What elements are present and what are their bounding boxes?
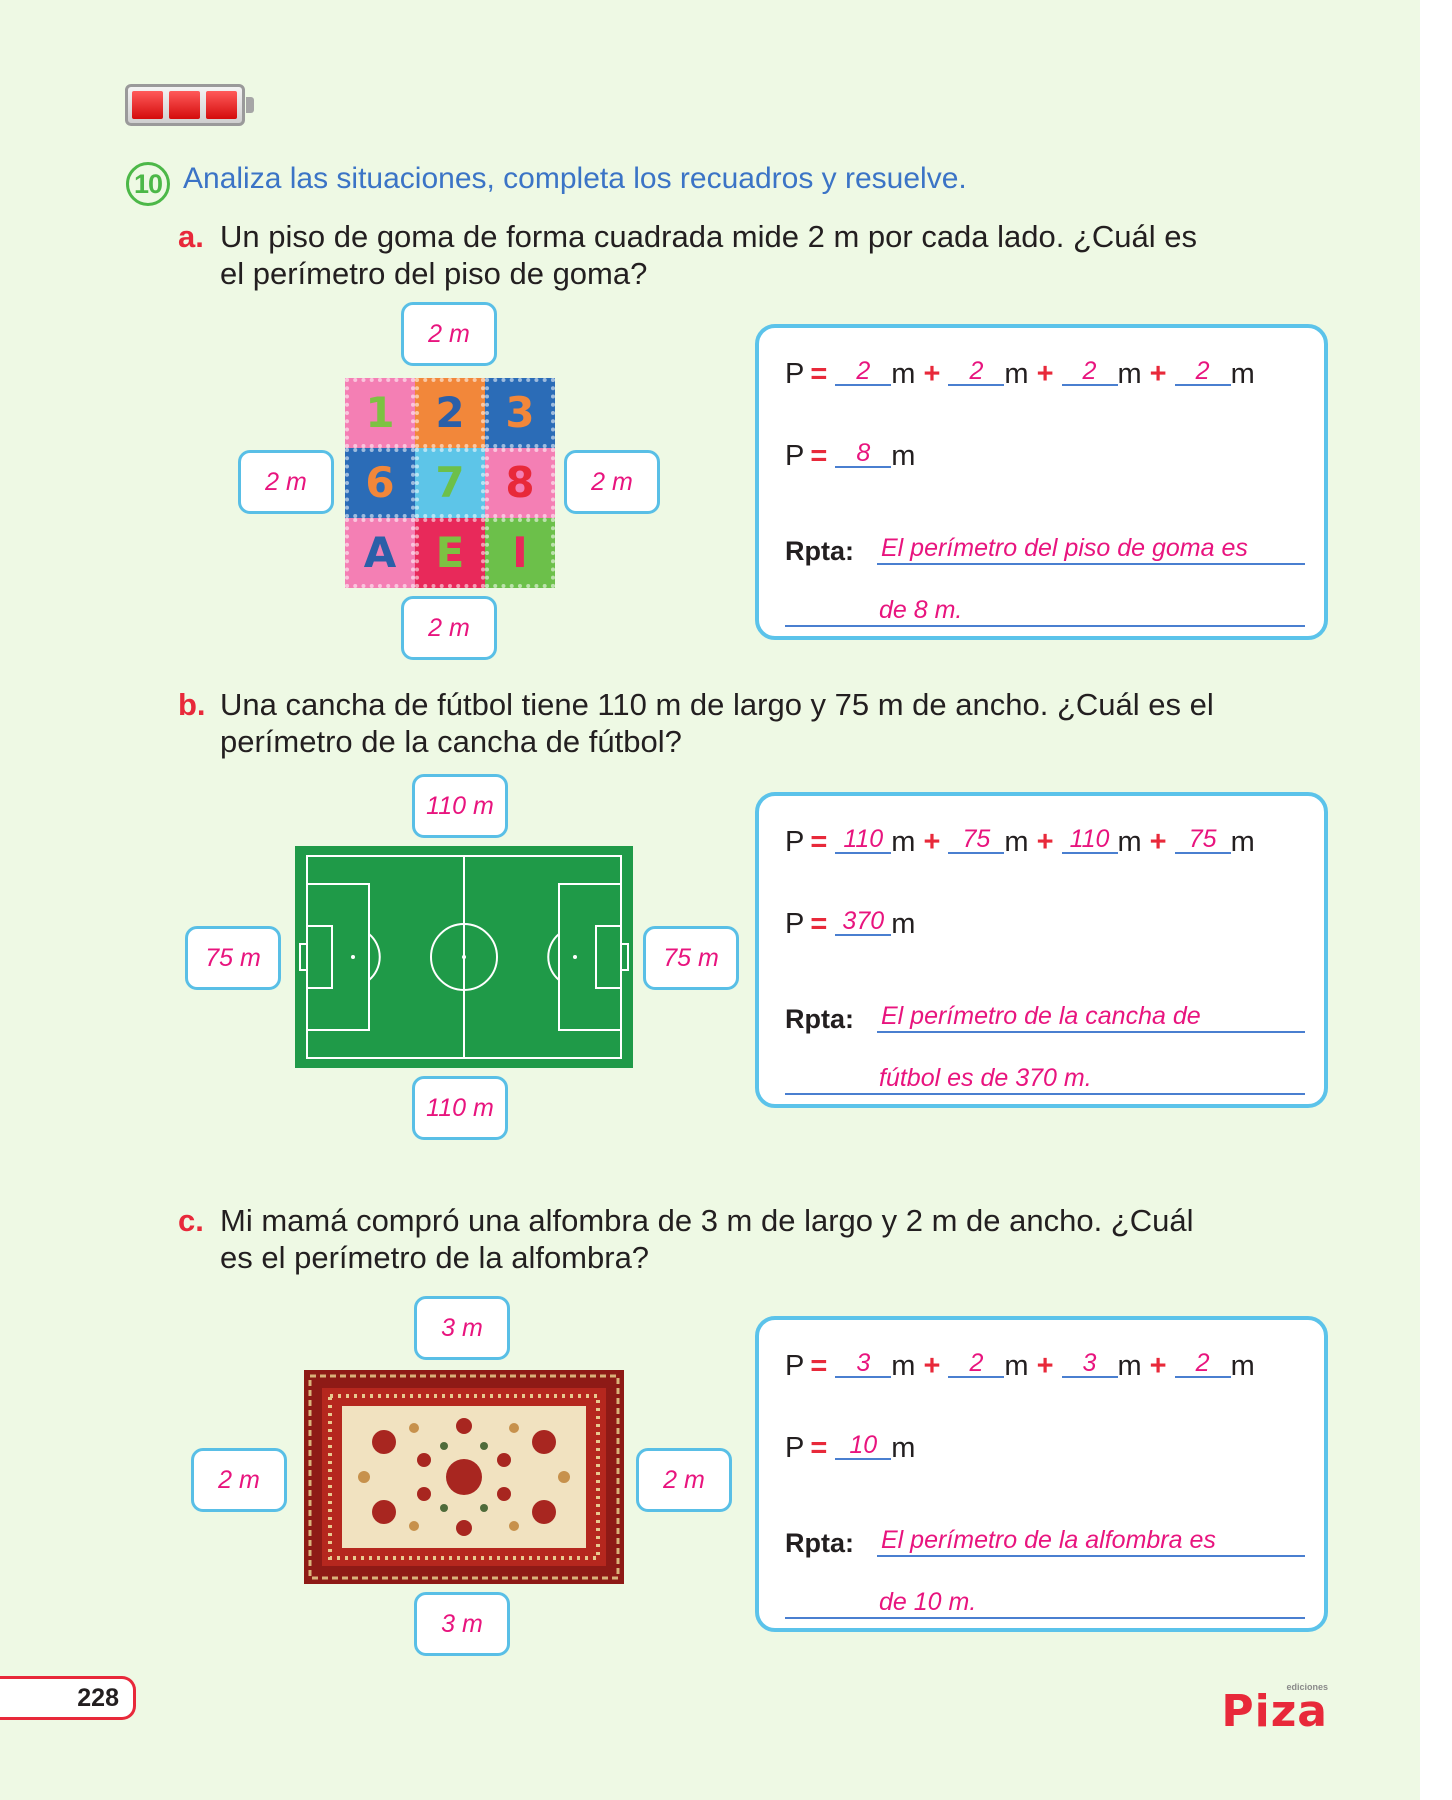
item-b-label-bottom: 110 m: [412, 1076, 508, 1140]
item-c-solution-box: P = 3 m +2 m +3 m +2 m P = 10 m Rpta: El perímetro d…: [755, 1316, 1328, 1632]
mat-tile: A: [345, 518, 415, 588]
answer-blank[interactable]: 2: [948, 1350, 1005, 1378]
item-c-label-right: 2 m: [636, 1448, 732, 1512]
mat-tile: 1: [345, 378, 415, 448]
item-a-solution-box: P = 2 m +2 m +2 m +2 m P = 8 m Rpta: El perímetro de…: [755, 324, 1328, 640]
question-number: 10: [126, 162, 170, 206]
answer-blank[interactable]: 2: [1061, 358, 1118, 386]
item-a-label-bottom: 2 m: [401, 596, 497, 660]
item-a-label-top: 2 m: [401, 302, 497, 366]
item-letter: b.: [178, 687, 206, 722]
answer-line-2[interactable]: de 10 m.: [785, 1588, 1305, 1619]
mat-tile: 3: [485, 378, 555, 448]
item-b-statement: b. Una cancha de fútbol tiene 110 m de la…: [178, 687, 1214, 759]
question-instruction: Analiza las situaciones, completa los re…: [183, 162, 967, 195]
publisher-logo: ediciones Piza: [1221, 1682, 1328, 1737]
mat-tile: I: [485, 518, 555, 588]
answer-blank[interactable]: 75: [1174, 826, 1231, 854]
mat-tile: 7: [415, 448, 485, 518]
difficulty-battery-icon: [125, 84, 254, 126]
answer-line-2[interactable]: de 8 m.: [785, 596, 1305, 627]
item-c-label-top: 3 m: [414, 1296, 510, 1360]
item-b-label-left: 75 m: [185, 926, 281, 990]
answer-blank[interactable]: 2: [948, 358, 1005, 386]
worksheet-page: 10 Analiza las situaciones, completa los…: [0, 0, 1420, 1800]
perimeter-total-row: P = 10 m: [785, 1431, 916, 1464]
perimeter-sum-row: P = 2 m +2 m +2 m +2 m: [785, 357, 1255, 390]
item-b-label-right: 75 m: [643, 926, 739, 990]
answer-blank[interactable]: 8: [835, 440, 892, 468]
answer-blank[interactable]: 10: [835, 1432, 892, 1460]
soccer-field-image: [295, 846, 633, 1068]
answer-blank[interactable]: 75: [948, 826, 1005, 854]
answer-blank[interactable]: 3: [1061, 1350, 1118, 1378]
item-c-statement: c. Mi mamá compró una alfombra de 3 m de …: [178, 1203, 1194, 1275]
rpta-label: Rpta:: [785, 536, 854, 566]
rpta-label: Rpta:: [785, 1004, 854, 1034]
mat-tile: 8: [485, 448, 555, 518]
answer-blank[interactable]: 3: [835, 1350, 892, 1378]
perimeter-sum-row: P = 110 m +75 m +110 m +75 m: [785, 825, 1255, 858]
answer-blank[interactable]: 110: [1061, 826, 1118, 854]
item-a-statement: a. Un piso de goma de forma cuadrada mide…: [178, 219, 1198, 291]
item-letter: a.: [178, 219, 204, 254]
answer-line-1[interactable]: El perímetro de la cancha de: [877, 1002, 1305, 1033]
perimeter-sum-row: P = 3 m +2 m +3 m +2 m: [785, 1349, 1255, 1382]
foam-mat-image: 1 2 3 6 7 8 A E I: [345, 378, 555, 588]
answer-line-1[interactable]: El perímetro de la alfombra es: [877, 1526, 1305, 1557]
answer-blank[interactable]: 2: [1174, 358, 1231, 386]
rpta-label: Rpta:: [785, 1528, 854, 1558]
answer-blank[interactable]: 2: [1174, 1350, 1231, 1378]
answer-line-1[interactable]: El perímetro del piso de goma es: [877, 534, 1305, 565]
item-a-label-right: 2 m: [564, 450, 660, 514]
item-c-label-left: 2 m: [191, 1448, 287, 1512]
answer-blank[interactable]: 110: [835, 826, 892, 854]
answer-line-2[interactable]: fútbol es de 370 m.: [785, 1064, 1305, 1095]
mat-tile: 6: [345, 448, 415, 518]
perimeter-total-row: P = 8 m: [785, 439, 916, 472]
item-letter: c.: [178, 1203, 204, 1238]
item-b-label-top: 110 m: [412, 774, 508, 838]
perimeter-total-row: P = 370 m: [785, 907, 916, 940]
item-a-label-left: 2 m: [238, 450, 334, 514]
mat-tile: E: [415, 518, 485, 588]
answer-blank[interactable]: 370: [835, 908, 892, 936]
carpet-image: [304, 1370, 624, 1584]
item-b-solution-box: P = 110 m +75 m +110 m +75 m P = 370 m Rpta: El perí…: [755, 792, 1328, 1108]
item-c-label-bottom: 3 m: [414, 1592, 510, 1656]
page-number: 228: [0, 1676, 136, 1720]
mat-tile: 2: [415, 378, 485, 448]
answer-blank[interactable]: 2: [835, 358, 892, 386]
